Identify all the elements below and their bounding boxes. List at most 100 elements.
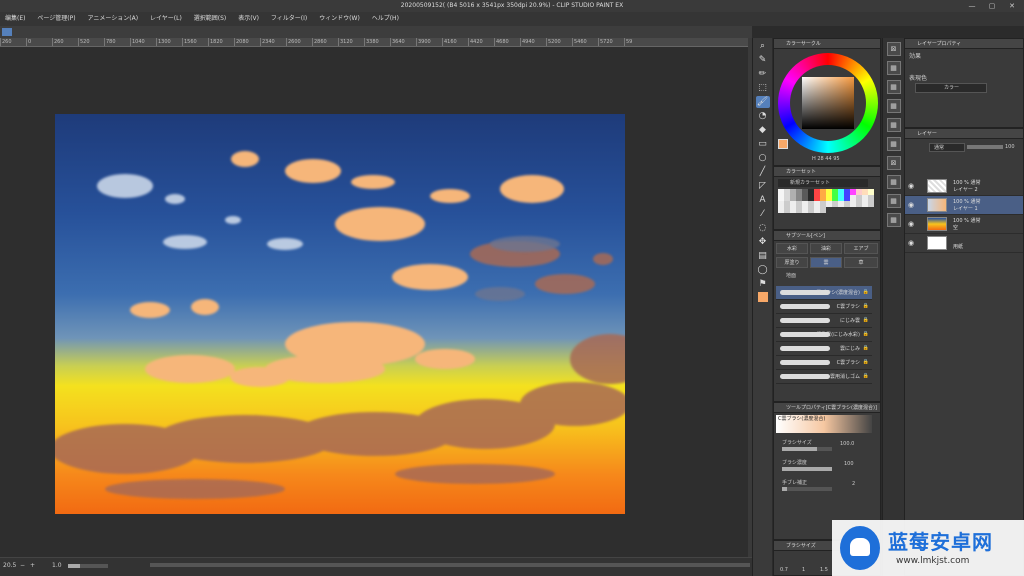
correction-tool-icon[interactable]: ⚑: [756, 278, 770, 290]
search-layer-icon[interactable]: ▦: [886, 137, 901, 151]
menu-selection[interactable]: 選択範囲(S): [189, 12, 232, 26]
visibility-eye-icon[interactable]: ◉: [908, 239, 914, 247]
menu-edit[interactable]: 编集(E): [0, 12, 30, 26]
density-value[interactable]: 100: [844, 461, 854, 467]
ruler-tool-icon[interactable]: ◸: [756, 180, 770, 192]
visibility-eye-icon[interactable]: ◉: [908, 220, 914, 228]
opacity-value[interactable]: 100: [1005, 144, 1015, 150]
visibility-eye-icon[interactable]: ◉: [908, 182, 914, 190]
zoom-tool-icon[interactable]: ⌕: [756, 40, 770, 52]
pen-tool-icon[interactable]: ✎: [756, 54, 770, 66]
material2-icon[interactable]: ▦: [886, 175, 901, 189]
artwork-canvas[interactable]: [55, 114, 625, 514]
color-set-dropdown[interactable]: 新規カラーセット: [778, 179, 868, 187]
color-swatch[interactable]: [868, 201, 874, 207]
brush-size-value[interactable]: 100.0: [840, 441, 854, 447]
rotate-value[interactable]: 1.0: [52, 559, 62, 572]
fill-tool-icon[interactable]: ◆: [756, 124, 770, 136]
subgroup-ground[interactable]: 地面: [776, 271, 880, 281]
watermark: 蓝莓安卓网 www.lmkjst.com: [832, 520, 1024, 576]
layer-move-tool-icon[interactable]: ✥: [756, 236, 770, 248]
menu-page[interactable]: ページ管理(P): [32, 12, 80, 26]
brush-size-preset-3[interactable]: 1.5: [820, 567, 828, 573]
gradient-tool-icon[interactable]: ▭: [756, 138, 770, 150]
line-tool-icon[interactable]: ╱: [756, 166, 770, 178]
shape-tool-icon[interactable]: ○: [756, 152, 770, 164]
brush-tool-icon[interactable]: 🖌: [755, 96, 770, 108]
stabilization-value[interactable]: 2: [852, 481, 855, 487]
ruler-tick: 1560: [182, 38, 208, 46]
sub-view-icon[interactable]: ▦: [886, 61, 901, 75]
brush-list-item[interactable]: にじみ雲 🔒: [776, 314, 872, 328]
maximize-button[interactable]: ▢: [982, 0, 1002, 12]
balloon-tool-icon[interactable]: ◯: [756, 264, 770, 276]
select-tool-icon[interactable]: ◌: [756, 222, 770, 234]
blend-tool-icon[interactable]: ◔: [756, 110, 770, 122]
expression-color-select[interactable]: カラー: [915, 83, 987, 93]
menu-view[interactable]: 表示(V): [233, 12, 264, 26]
tab-watercolor[interactable]: 水彩: [776, 243, 808, 254]
expression-color-label: 表現色: [909, 75, 928, 82]
layer-row[interactable]: ◉ 100 % 通常空: [905, 215, 1023, 234]
minimize-button[interactable]: —: [962, 0, 982, 12]
brush-label: 積乱雲(にじみ水彩): [816, 332, 860, 338]
material3-icon[interactable]: ▦: [886, 194, 901, 208]
ruler-tick: 5200: [546, 38, 572, 46]
text-tool-icon[interactable]: A: [756, 194, 770, 206]
menu-filter[interactable]: フィルター(I): [266, 12, 312, 26]
history-icon[interactable]: ▦: [886, 99, 901, 113]
layer-row[interactable]: ◉ 用紙: [905, 234, 1023, 253]
brush-list-item[interactable]: 積乱雲(にじみ水彩) 🔒: [776, 328, 872, 342]
canvas-area[interactable]: [0, 47, 748, 557]
material4-icon[interactable]: ▦: [886, 213, 901, 227]
tab-clouds[interactable]: 雲: [810, 257, 842, 268]
brush-list-item[interactable]: 雲用消しゴム 🔒: [776, 370, 872, 384]
brush-size-slider[interactable]: [782, 447, 832, 451]
current-color-swatch[interactable]: [778, 139, 788, 149]
zoom-slider[interactable]: [68, 564, 108, 568]
brush-list-item[interactable]: C雲ブラシ 🔒: [776, 300, 872, 314]
horizontal-scrollbar[interactable]: [150, 563, 750, 567]
zoom-value[interactable]: 20.5: [3, 559, 16, 572]
brush-list-item[interactable]: 雲にじみ 🔒: [776, 342, 872, 356]
visibility-eye-icon[interactable]: ◉: [908, 201, 914, 209]
color-swatch[interactable]: [820, 207, 826, 213]
layer-blend-info: 100 % 通常: [953, 199, 981, 205]
stabilization-slider[interactable]: [782, 487, 832, 491]
brush-list-item[interactable]: C雲ブラシ(濃度混合) 🔒: [776, 286, 872, 300]
tab-thick-paint[interactable]: 厚塗り: [776, 257, 808, 268]
zoom-in-button[interactable]: +: [30, 559, 35, 572]
canvas-tab[interactable]: [2, 28, 12, 36]
info-icon[interactable]: ▦: [886, 118, 901, 132]
ruler-tick: 2080: [234, 38, 260, 46]
hue-ring[interactable]: [778, 53, 878, 153]
eyedropper-tool-icon[interactable]: ⁄: [756, 208, 770, 220]
lock-icon: 🔒: [862, 345, 869, 351]
tab-grass[interactable]: 草: [844, 257, 878, 268]
brush-list-item[interactable]: C雲ブラシ 🔒: [776, 356, 872, 370]
layer-row[interactable]: ◉ 100 % 通常 レイヤー 1: [905, 196, 1023, 215]
menu-help[interactable]: ヘルプ(H): [367, 12, 404, 26]
menu-window[interactable]: ウィンドウ(W): [314, 12, 365, 26]
saturation-value-square[interactable]: [802, 77, 854, 129]
layer-row[interactable]: ◉ 100 % 通常 レイヤー 2: [905, 177, 1023, 196]
opacity-slider[interactable]: [967, 145, 1003, 149]
eraser-tool-icon[interactable]: ⬚: [756, 82, 770, 94]
color-swatch-grid[interactable]: [778, 189, 874, 219]
density-slider[interactable]: [782, 467, 832, 471]
close-button[interactable]: ✕: [1002, 0, 1022, 12]
pencil-tool-icon[interactable]: ✏: [756, 68, 770, 80]
blend-mode-select[interactable]: 通常: [929, 143, 965, 152]
material-icon[interactable]: ▦: [886, 80, 901, 94]
frame-tool-icon[interactable]: ▤: [756, 250, 770, 262]
menu-animation[interactable]: アニメーション(A): [83, 12, 144, 26]
brush-size-preset-1[interactable]: 0.7: [780, 567, 788, 573]
brush-size-preset-2[interactable]: 1: [802, 567, 805, 573]
tab-oil[interactable]: 油彩: [810, 243, 842, 254]
navigator-icon[interactable]: ⊠: [886, 42, 901, 56]
tab-airbrush[interactable]: エアブ: [844, 243, 878, 254]
navigator2-icon[interactable]: ⊠: [886, 156, 901, 170]
menu-layer[interactable]: レイヤー(L): [145, 12, 187, 26]
zoom-out-button[interactable]: −: [20, 559, 25, 572]
main-color-swatch[interactable]: [757, 292, 768, 302]
